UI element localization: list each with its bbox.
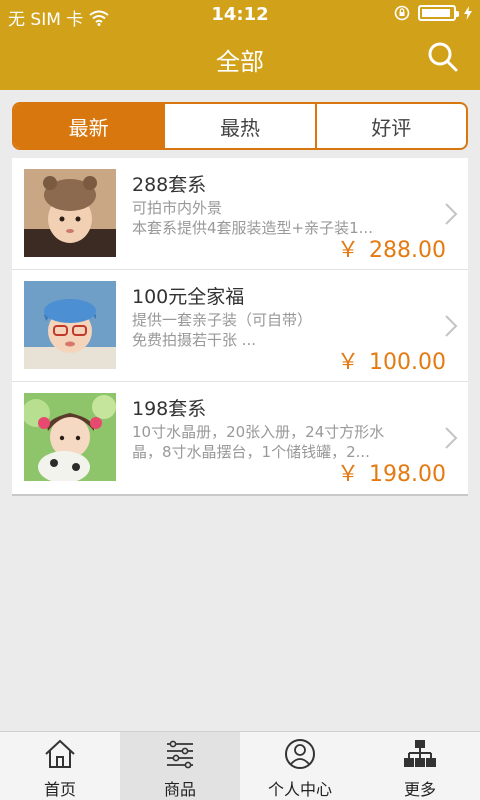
user-icon bbox=[285, 739, 315, 769]
app-header: 无 SIM 卡 14:12 全部 bbox=[0, 0, 480, 90]
chevron-right-icon bbox=[445, 315, 458, 337]
sort-segmented-control: 最新 最热 好评 bbox=[12, 102, 468, 150]
product-item[interactable]: 288套系 可拍市内外景 本套系提供4套服装造型+亲子装1... ￥ 288.00 bbox=[12, 158, 468, 270]
tab-label: 更多 bbox=[403, 780, 436, 799]
price-value: 288.00 bbox=[369, 238, 446, 263]
product-price: ￥ 288.00 bbox=[337, 232, 446, 264]
currency-symbol: ￥ bbox=[337, 238, 360, 263]
tab-more[interactable]: 更多 bbox=[360, 732, 480, 800]
product-list: 288套系 可拍市内外景 本套系提供4套服装造型+亲子装1... ￥ 288.00… bbox=[12, 158, 468, 496]
bottom-tab-bar: 首页 商品 个人中心 更多 bbox=[0, 731, 480, 800]
product-title: 100元全家福 bbox=[132, 286, 245, 308]
status-right bbox=[394, 5, 472, 21]
price-value: 198.00 bbox=[369, 462, 446, 487]
product-price: ￥ 100.00 bbox=[337, 344, 446, 376]
tab-label: 商品 bbox=[163, 780, 196, 799]
segment-hottest[interactable]: 最热 bbox=[163, 104, 314, 148]
page-title: 全部 bbox=[216, 48, 264, 76]
chevron-right-icon bbox=[445, 427, 458, 449]
segment-best-rated[interactable]: 好评 bbox=[314, 104, 466, 148]
currency-symbol: ￥ bbox=[337, 350, 360, 375]
product-thumbnail bbox=[24, 169, 116, 257]
price-value: 100.00 bbox=[369, 350, 446, 375]
tab-label: 首页 bbox=[43, 780, 76, 799]
product-title: 198套系 bbox=[132, 398, 207, 420]
list-icon bbox=[167, 740, 193, 769]
rotation-lock-icon bbox=[394, 5, 410, 21]
charging-icon bbox=[464, 6, 472, 20]
sitemap-icon bbox=[404, 740, 436, 767]
tab-products[interactable]: 商品 bbox=[120, 732, 240, 800]
tab-home[interactable]: 首页 bbox=[0, 732, 120, 800]
product-item[interactable]: 198套系 10寸水晶册，20张入册，24寸方形水 晶，8寸水晶摆台，1个储钱罐… bbox=[12, 382, 468, 494]
product-thumbnail bbox=[24, 281, 116, 369]
currency-symbol: ￥ bbox=[337, 462, 360, 487]
product-item[interactable]: 100元全家福 提供一套亲子装（可自带） 免费拍摄若干张 ... ￥ 100.00 bbox=[12, 270, 468, 382]
status-bar: 无 SIM 卡 14:12 bbox=[0, 0, 480, 30]
chevron-right-icon bbox=[445, 203, 458, 225]
product-desc-line: 可拍市内外景 bbox=[132, 199, 223, 217]
home-icon bbox=[45, 739, 75, 768]
product-desc-line: 提供一套亲子装（可自带） bbox=[132, 311, 313, 329]
tab-label: 个人中心 bbox=[267, 780, 332, 799]
product-desc-line: 10寸水晶册，20张入册，24寸方形水 bbox=[132, 423, 385, 441]
product-thumbnail bbox=[24, 393, 116, 481]
product-title: 288套系 bbox=[132, 174, 207, 196]
product-price: ￥ 198.00 bbox=[337, 456, 446, 488]
segment-latest[interactable]: 最新 bbox=[14, 104, 164, 148]
search-icon[interactable] bbox=[426, 40, 460, 74]
tab-profile[interactable]: 个人中心 bbox=[240, 732, 360, 800]
battery-icon bbox=[418, 5, 459, 21]
